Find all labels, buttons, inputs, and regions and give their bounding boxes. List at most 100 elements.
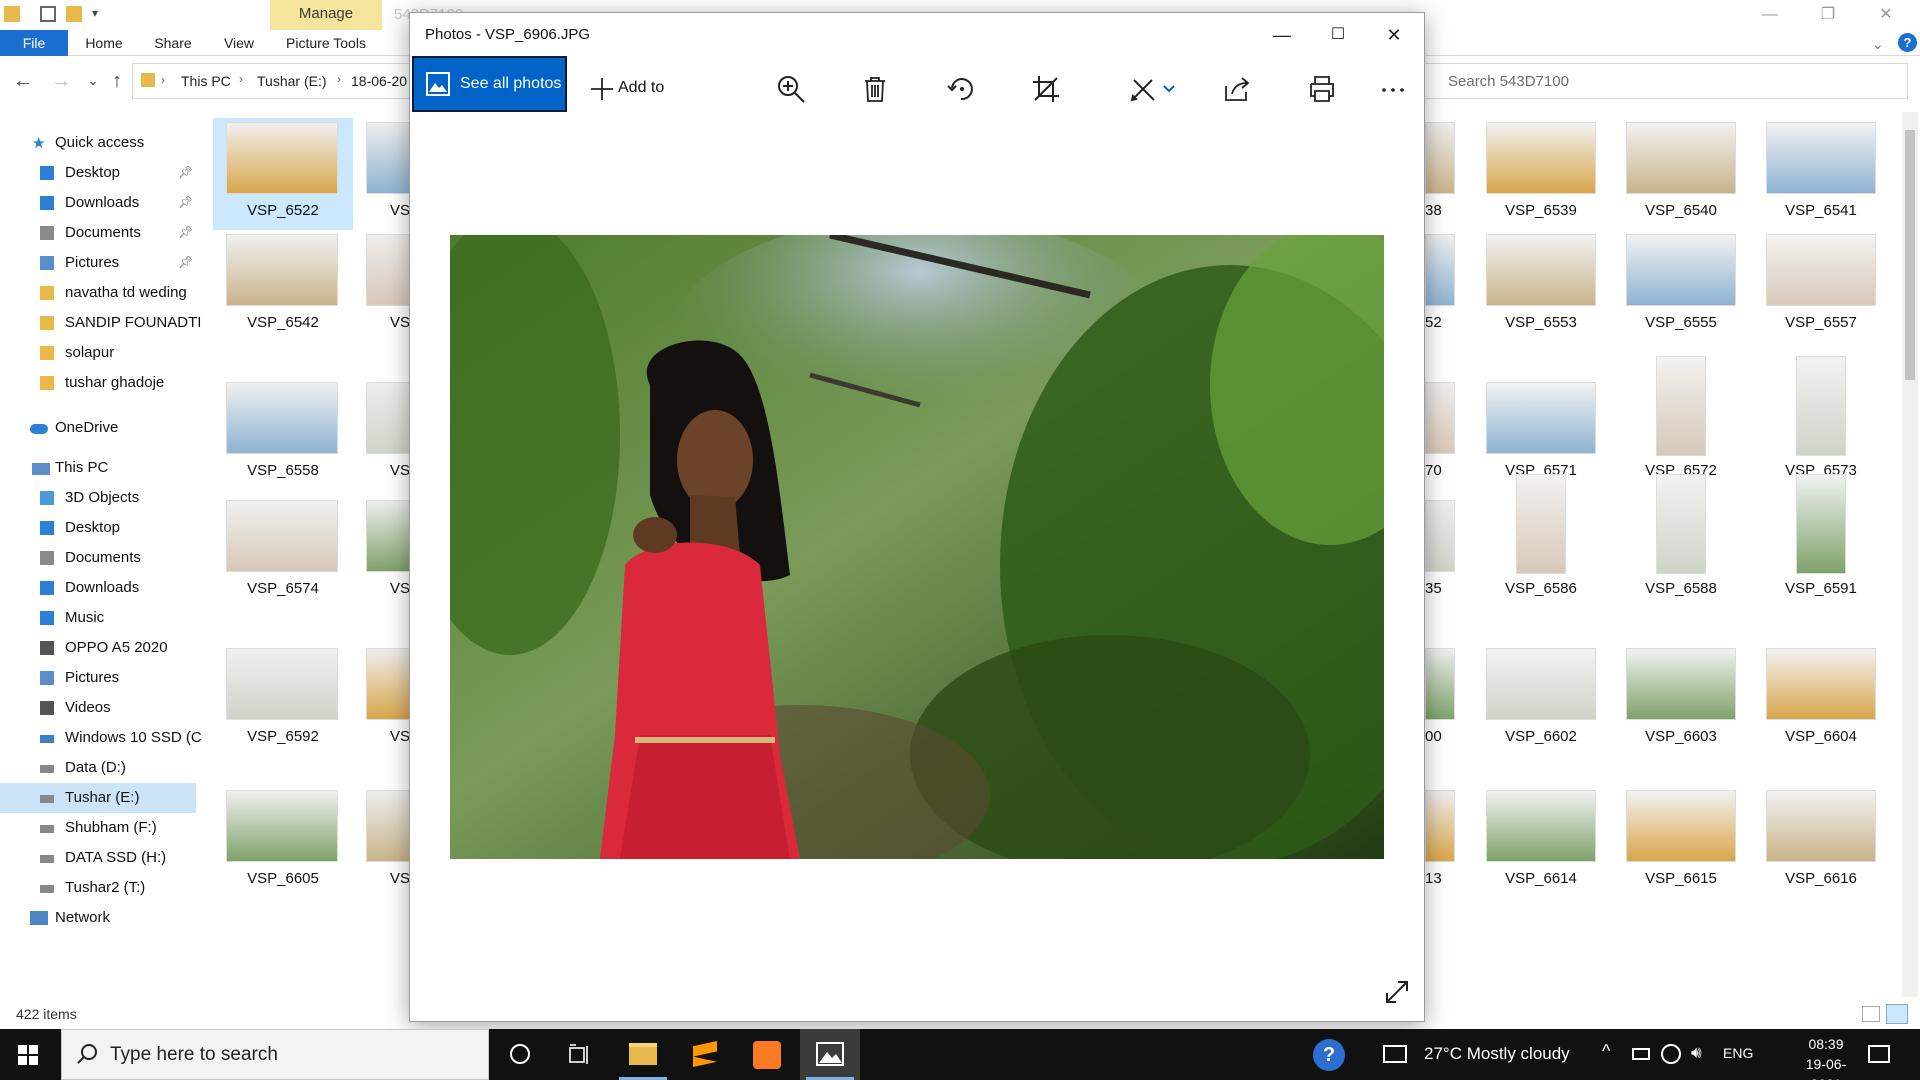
file-thumbnail[interactable]: VSP_6603 — [1611, 644, 1751, 756]
tab-view[interactable]: View — [222, 30, 256, 56]
volume-icon[interactable]: 🔊︎ — [1691, 1043, 1702, 1063]
file-thumbnail[interactable]: VSP_6616 — [1751, 786, 1891, 898]
file-thumbnail[interactable]: 70 — [1425, 378, 1455, 490]
file-thumbnail[interactable]: VSP_6540 — [1611, 118, 1751, 230]
nav-pc-item[interactable]: Tushar (E:) — [0, 783, 196, 813]
file-thumbnail[interactable]: 35 — [1425, 496, 1455, 608]
share-icon[interactable] — [1222, 74, 1252, 104]
file-thumbnail[interactable]: VSP_6553 — [1471, 230, 1611, 342]
expand-ribbon-icon[interactable]: ⌄ — [1872, 36, 1884, 53]
tab-file[interactable]: File — [0, 30, 68, 56]
file-thumbnail[interactable]: VSP_6591 — [1751, 474, 1891, 608]
file-thumbnail[interactable]: 38 — [1425, 118, 1455, 230]
nav-pc-item[interactable]: Windows 10 SSD (C — [0, 723, 202, 753]
nav-pc-item[interactable]: Shubham (F:) — [0, 813, 196, 843]
up-arrow-icon[interactable]: ↑ — [106, 70, 128, 92]
task-view-button[interactable] — [549, 1029, 609, 1080]
delete-icon[interactable] — [860, 74, 890, 104]
breadcrumb-drive[interactable]: Tushar (E:) — [257, 73, 327, 89]
network-globe-icon[interactable] — [1661, 1044, 1681, 1064]
nav-pc-item[interactable]: OPPO A5 2020 — [0, 633, 196, 663]
details-view-icon[interactable] — [1862, 1006, 1880, 1022]
notifications-icon[interactable] — [1868, 1045, 1890, 1063]
recent-locations-icon[interactable]: ⌄ — [82, 70, 104, 92]
file-thumbnail[interactable]: VSP_6592 — [213, 644, 353, 756]
nav-network[interactable]: Network — [0, 903, 196, 933]
print-icon[interactable] — [1307, 74, 1337, 104]
battery-icon[interactable] — [1632, 1048, 1650, 1060]
file-thumbnail[interactable]: VSP_6555 — [1611, 230, 1751, 342]
customize-toolbar-icon[interactable]: ▾ — [92, 6, 108, 22]
close-icon[interactable]: ✕ — [1858, 0, 1914, 30]
address-bar[interactable]: › This PC › Tushar (E:) › 18-06-20 — [132, 63, 412, 99]
file-thumbnail[interactable]: VSP_6615 — [1611, 786, 1751, 898]
nav-quick-item[interactable]: Downloads 📌︎ — [0, 188, 196, 218]
nav-pc-item[interactable]: 3D Objects — [0, 483, 196, 513]
nav-quick-item[interactable]: Desktop 📌︎ — [0, 158, 196, 188]
tab-share[interactable]: Share — [150, 30, 196, 56]
properties-icon[interactable] — [40, 6, 56, 22]
breadcrumb-folder[interactable]: 18-06-20 — [351, 73, 407, 89]
file-thumbnail[interactable]: VSP_6604 — [1751, 644, 1891, 756]
file-thumbnail[interactable]: VS — [360, 786, 410, 898]
photos-taskbar-button[interactable] — [800, 1029, 860, 1080]
file-thumbnail[interactable]: VSP_6542 — [213, 230, 353, 342]
nav-quick-item[interactable]: tushar ghadoje — [0, 368, 196, 398]
file-thumbnail[interactable]: 13 — [1425, 786, 1455, 898]
file-thumbnail[interactable]: VS — [360, 230, 410, 342]
nav-pc-item[interactable]: Music — [0, 603, 196, 633]
nav-pc-item[interactable]: Documents — [0, 543, 196, 573]
file-thumbnail[interactable]: VSP_6558 — [213, 378, 353, 490]
nav-quick-item[interactable]: navatha td weding — [0, 278, 196, 308]
show-hidden-icons-icon[interactable]: ^ — [1602, 1041, 1610, 1062]
file-explorer-taskbar-button[interactable] — [613, 1029, 673, 1080]
nav-quick-item[interactable]: Pictures 📌︎ — [0, 248, 196, 278]
close-icon[interactable]: ✕ — [1366, 13, 1422, 57]
file-thumbnail[interactable]: VS — [360, 644, 410, 756]
weather-status[interactable]: 27°C Mostly cloudy — [1424, 1044, 1570, 1064]
nav-pc-item[interactable]: Downloads — [0, 573, 196, 603]
system-clock[interactable]: 08:39 19-06-2021 — [1791, 1034, 1861, 1080]
crop-icon[interactable] — [1031, 74, 1061, 104]
cortana-button[interactable] — [489, 1029, 549, 1080]
nav-quick-item[interactable]: Documents 📌︎ — [0, 218, 196, 248]
file-thumbnail[interactable]: VSP_6586 — [1471, 474, 1611, 608]
file-thumbnail[interactable]: 52 — [1425, 230, 1455, 342]
file-thumbnail[interactable]: VSP_6541 — [1751, 118, 1891, 230]
news-weather-icon[interactable] — [1383, 1045, 1407, 1063]
file-thumbnail[interactable]: VSP_6557 — [1751, 230, 1891, 342]
nav-pc-item[interactable]: DATA SSD (H:) — [0, 843, 196, 873]
file-thumbnail[interactable]: VSP_6614 — [1471, 786, 1611, 898]
file-thumbnail[interactable]: VSP_6588 — [1611, 474, 1751, 608]
tab-picture-tools[interactable]: Picture Tools — [278, 30, 374, 56]
nav-pc-item[interactable]: Desktop — [0, 513, 196, 543]
chevron-down-icon[interactable] — [1162, 74, 1176, 104]
breadcrumb-this-pc[interactable]: This PC — [181, 73, 231, 89]
nav-pc-item[interactable]: Videos — [0, 693, 196, 723]
full-screen-icon[interactable] — [1384, 979, 1410, 1005]
more-options-icon[interactable] — [1378, 74, 1408, 104]
file-thumbnail[interactable]: 00 — [1425, 644, 1455, 756]
file-thumbnail[interactable]: VSP_6602 — [1471, 644, 1611, 756]
nav-pc-item[interactable]: Tushar2 (T:) — [0, 873, 196, 903]
scrollbar-thumb[interactable] — [1905, 130, 1915, 380]
sublime-text-taskbar-button[interactable] — [675, 1029, 735, 1080]
rotate-icon[interactable] — [946, 74, 976, 104]
file-thumbnail[interactable]: VSP_6539 — [1471, 118, 1611, 230]
xampp-taskbar-button[interactable] — [737, 1029, 797, 1080]
input-language[interactable]: ENG — [1723, 1045, 1753, 1061]
nav-quick-access[interactable]: ★ Quick access — [0, 128, 196, 158]
file-thumbnail[interactable]: VS — [360, 378, 410, 490]
nav-onedrive[interactable]: OneDrive — [0, 413, 196, 443]
large-icons-view-icon[interactable] — [1886, 1004, 1908, 1024]
forward-arrow-icon[interactable]: → — [50, 70, 72, 92]
manage-tab[interactable]: Manage — [270, 0, 382, 30]
nav-quick-item[interactable]: SANDIP FOUNADTI — [0, 308, 201, 338]
nav-pc-item[interactable]: Pictures — [0, 663, 196, 693]
nav-this-pc[interactable]: This PC — [0, 453, 196, 483]
minimize-icon[interactable]: — — [1254, 13, 1310, 57]
nav-pc-item[interactable]: Data (D:) — [0, 753, 196, 783]
edit-draw-icon[interactable] — [1128, 74, 1158, 104]
file-thumbnail[interactable]: VSP_6522 — [213, 118, 353, 230]
tab-home[interactable]: Home — [82, 30, 126, 56]
